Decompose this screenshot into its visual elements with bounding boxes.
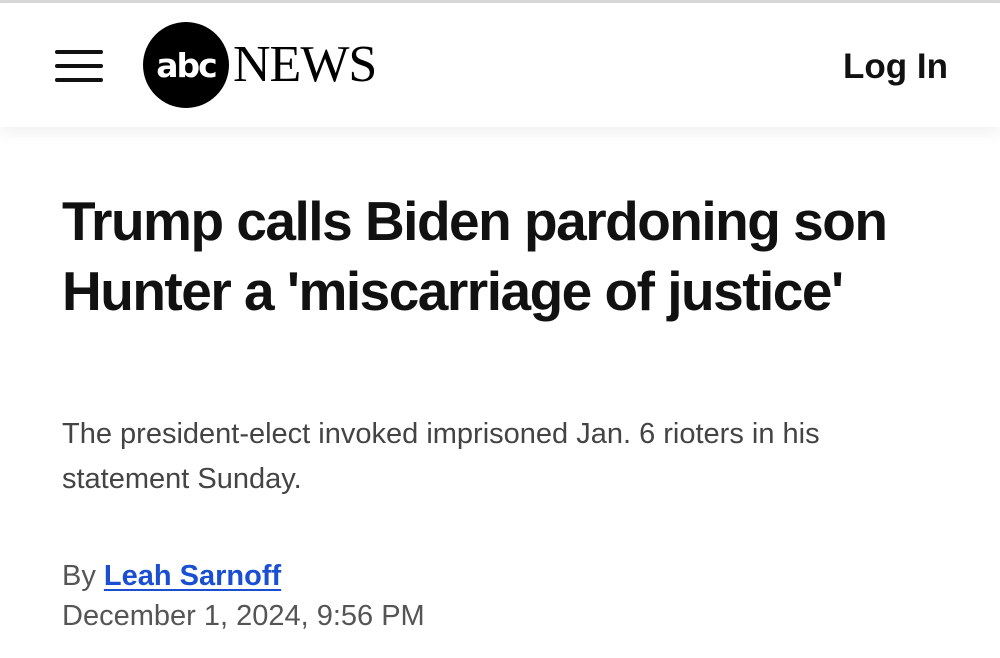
abc-logo-mark: abc [143,22,229,108]
abc-news-logo[interactable]: abc NEWS [143,22,377,108]
article-headline: Trump calls Biden pardoning son Hunter a… [62,190,888,322]
byline: By Leah Sarnoff [62,556,281,596]
site-header: abc NEWS Log In [0,3,1000,127]
login-button[interactable]: Log In [843,47,948,87]
author-link[interactable]: Leah Sarnoff [104,560,281,592]
article-subheadline: The president-elect invoked imprisoned J… [62,418,820,495]
hamburger-menu-icon[interactable] [55,48,103,84]
news-wordmark: NEWS [233,36,377,93]
page: abc NEWS Log In Trump calls Biden pardon… [0,0,1000,658]
byline-prefix: By [62,560,96,592]
publish-date: December 1, 2024, 9:56 PM [62,600,425,632]
